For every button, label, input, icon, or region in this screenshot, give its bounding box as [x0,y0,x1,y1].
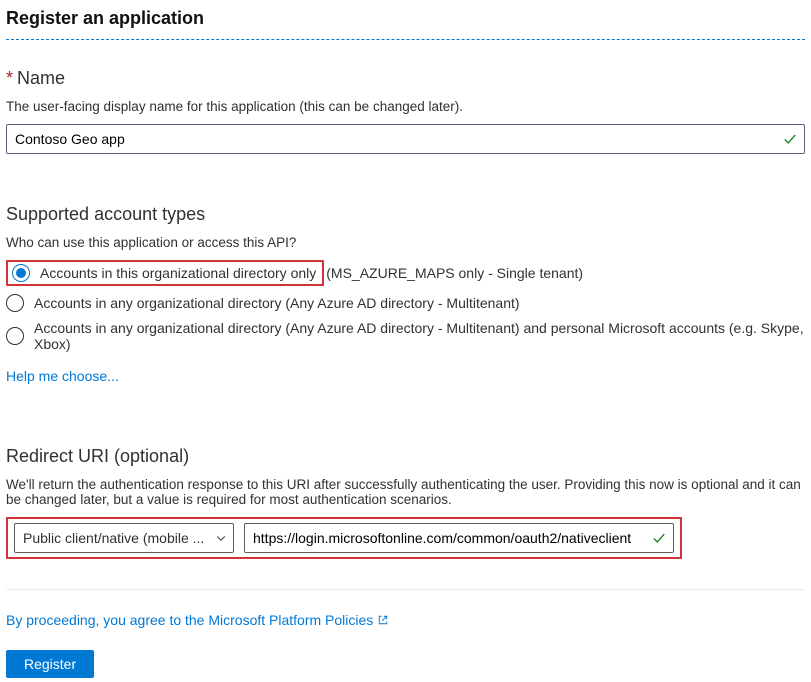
redirect-uri-section: Redirect URI (optional) We'll return the… [6,446,805,559]
page-title: Register an application [6,8,805,29]
radio-suffix: (MS_AZURE_MAPS only - Single tenant) [326,265,583,281]
highlight-box-radio: Accounts in this organizational director… [6,260,324,286]
chevron-down-icon [215,532,227,544]
name-label: *Name [6,68,805,89]
account-type-option-0[interactable]: Accounts in this organizational director… [6,260,805,286]
policies-text: By proceeding, you agree to the Microsof… [6,612,373,628]
name-label-text: Name [17,68,65,88]
account-types-question: Who can use this application or access t… [6,235,805,250]
name-section: *Name The user-facing display name for t… [6,68,805,154]
register-button[interactable]: Register [6,650,94,678]
radio-icon [6,294,24,312]
platform-dropdown[interactable]: Public client/native (mobile ... [14,523,234,553]
account-type-option-2[interactable]: Accounts in any organizational directory… [6,320,805,352]
redirect-description: We'll return the authentication response… [6,477,805,507]
external-link-icon [377,614,389,626]
help-me-choose-link[interactable]: Help me choose... [6,368,119,384]
required-star-icon: * [6,68,13,88]
platform-policies-link[interactable]: By proceeding, you agree to the Microsof… [6,612,389,628]
radio-label: Accounts in any organizational directory… [34,320,805,352]
account-types-heading: Supported account types [6,204,805,225]
radio-label: Accounts in this organizational director… [40,265,316,281]
account-types-section: Supported account types Who can use this… [6,204,805,384]
redirect-heading: Redirect URI (optional) [6,446,805,467]
highlight-box-redirect: Public client/native (mobile ... [6,517,682,559]
radio-label: Accounts in any organizational directory… [34,295,520,311]
redirect-uri-input[interactable] [244,523,674,553]
separator-bottom [6,589,805,590]
platform-selected-label: Public client/native (mobile ... [23,530,204,546]
name-input-wrap [6,124,805,154]
account-type-option-1[interactable]: Accounts in any organizational directory… [6,294,805,312]
radio-icon [12,264,30,282]
name-description: The user-facing display name for this ap… [6,99,805,114]
separator-dashed [6,39,805,40]
radio-icon [6,327,24,345]
name-input[interactable] [6,124,805,154]
redirect-uri-wrap [244,523,674,553]
